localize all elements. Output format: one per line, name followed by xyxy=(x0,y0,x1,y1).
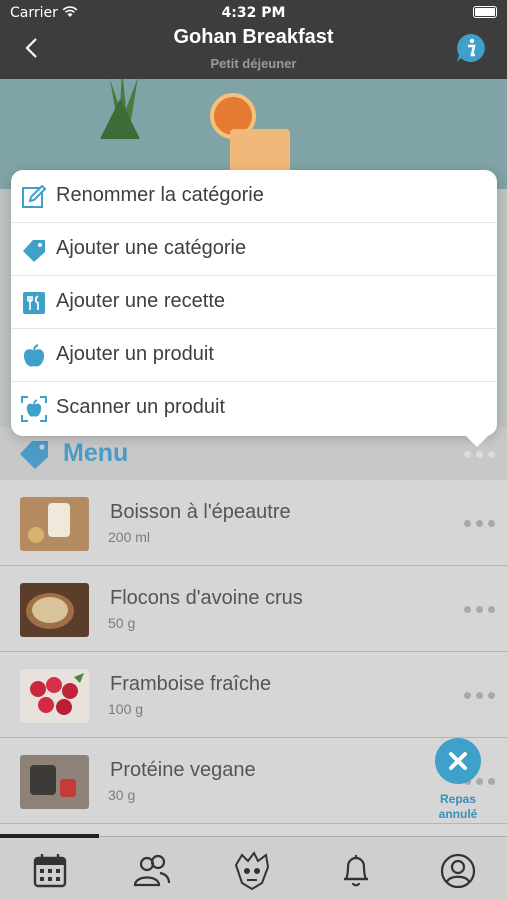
tag-icon xyxy=(23,240,45,262)
mascot-icon[interactable] xyxy=(232,851,272,891)
nav-bar: Gohan Breakfast Petit déjeuner xyxy=(0,26,507,79)
menu-item-label: Renommer la catégorie xyxy=(56,184,264,206)
item-name: Flocons d'avoine crus xyxy=(110,587,303,609)
cancel-meal-label: Repas annulé xyxy=(420,792,496,822)
status-bar: Carrier 4:32 PM xyxy=(0,0,507,26)
menu-item-label: Ajouter une recette xyxy=(56,290,225,312)
context-menu-arrow xyxy=(465,435,489,447)
edit-icon xyxy=(22,184,47,208)
page-title: Gohan Breakfast xyxy=(173,26,334,48)
protein-thumbnail xyxy=(20,755,89,809)
cancel-meal-button[interactable] xyxy=(435,738,481,784)
menu-item-label: Scanner un produit xyxy=(56,396,226,418)
item-quantity: 200 ml xyxy=(108,529,151,545)
pineapple-image xyxy=(100,79,140,139)
item-quantity: 50 g xyxy=(108,615,136,631)
item-more-button[interactable] xyxy=(464,520,498,528)
context-menu: Renommer la catégorie Ajouter une catégo… xyxy=(11,170,497,436)
close-icon xyxy=(449,752,467,770)
tab-bar xyxy=(0,834,507,900)
item-name: Protéine vegane xyxy=(110,759,256,781)
page-subtitle: Petit déjeuner xyxy=(210,56,297,71)
section-title: Menu xyxy=(63,439,129,467)
bell-icon[interactable] xyxy=(336,851,376,891)
item-more-button[interactable] xyxy=(464,692,498,700)
menu-item-rename-category[interactable]: Renommer la catégorie xyxy=(11,170,497,223)
menu-item-add-category[interactable]: Ajouter une catégorie xyxy=(11,223,497,276)
scan-apple-icon xyxy=(21,396,47,422)
item-name: Framboise fraîche xyxy=(110,673,272,695)
cancel-meal-label-line2: annulé xyxy=(438,807,478,821)
list-item[interactable]: Flocons d'avoine crus 50 g xyxy=(0,567,507,652)
menu-item-add-recipe[interactable]: Ajouter une recette xyxy=(11,276,497,329)
recipe-icon xyxy=(23,292,45,314)
raspberry-thumbnail xyxy=(20,669,89,723)
menu-item-label: Ajouter un produit xyxy=(56,343,214,365)
list-item[interactable]: Framboise fraîche 100 g xyxy=(0,653,507,738)
menu-item-add-product[interactable]: Ajouter un produit xyxy=(11,329,497,382)
active-tab-indicator xyxy=(0,834,99,838)
info-icon[interactable] xyxy=(455,32,487,64)
battery-icon xyxy=(473,6,497,18)
cancel-meal-label-line1: Repas xyxy=(439,792,477,806)
drink-thumbnail xyxy=(20,497,89,551)
clock: 4:32 PM xyxy=(221,5,286,21)
list-item[interactable]: Boisson à l'épeautre 200 ml xyxy=(0,481,507,566)
user-icon[interactable] xyxy=(438,851,478,891)
section-more-button[interactable] xyxy=(464,451,498,459)
item-more-button[interactable] xyxy=(464,606,498,614)
juice-glass-image xyxy=(230,129,290,174)
tag-icon xyxy=(20,441,48,469)
calendar-icon[interactable] xyxy=(30,851,70,891)
menu-item-scan-product[interactable]: Scanner un produit xyxy=(11,382,497,435)
oats-thumbnail xyxy=(20,583,89,637)
apple-icon xyxy=(23,344,45,367)
item-quantity: 100 g xyxy=(108,701,144,717)
item-quantity: 30 g xyxy=(108,787,136,803)
item-name: Boisson à l'épeautre xyxy=(110,501,291,523)
people-icon[interactable] xyxy=(132,851,172,891)
menu-item-label: Ajouter une catégorie xyxy=(56,237,247,259)
